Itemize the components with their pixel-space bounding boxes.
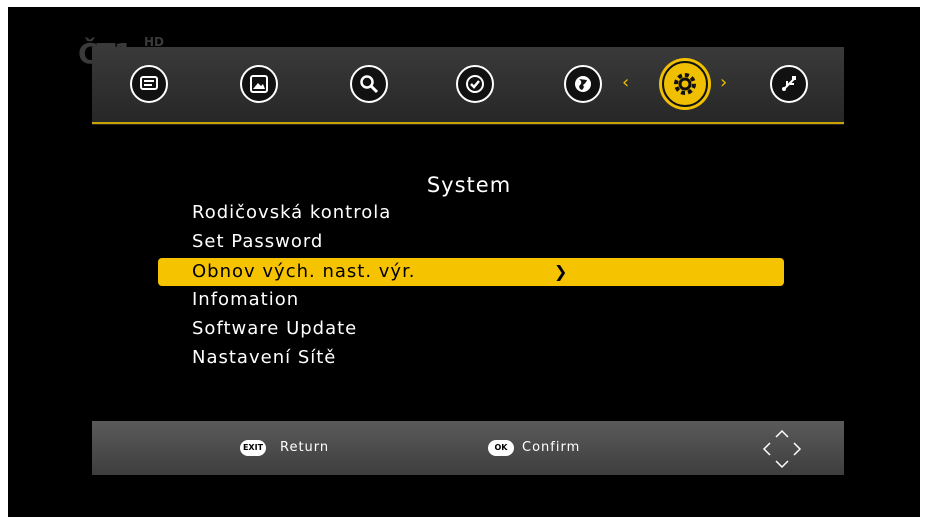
- menu-item-software-update[interactable]: Software Update: [192, 316, 357, 342]
- menu-item-information[interactable]: Infomation: [192, 287, 299, 313]
- menu-item-set-password[interactable]: Set Password: [192, 229, 323, 255]
- footer-hint-bar: EXIT Return OK Confirm: [92, 421, 844, 475]
- system-gear-icon[interactable]: [662, 61, 708, 107]
- usb-icon[interactable]: [770, 65, 812, 107]
- return-hint-label: Return: [280, 440, 330, 455]
- menu-item-parental-control[interactable]: Rodičovská kontrola: [192, 200, 391, 226]
- channel-list-icon[interactable]: [130, 65, 172, 107]
- menu-item-factory-reset-label: Obnov vých. nast. výr.: [192, 261, 416, 282]
- chevron-left-icon: ‹: [622, 72, 630, 93]
- exit-key-icon: EXIT: [240, 440, 266, 456]
- top-menu-bar: ‹ ›: [92, 47, 844, 125]
- ok-key-icon: OK: [488, 440, 514, 456]
- picture-icon[interactable]: [240, 65, 282, 107]
- system-menu-panel: System Rodičovská kontrola Set Password …: [108, 125, 830, 421]
- chevron-right-icon: ›: [720, 72, 728, 93]
- tv-screen: ČT1 HD ‹ › System Rodičovská kontrola: [8, 7, 920, 517]
- menu-item-network-settings[interactable]: Nastavení Sítě: [192, 345, 336, 371]
- menu-title: System: [426, 173, 512, 197]
- chevron-right-icon: ❯: [554, 262, 568, 281]
- search-icon[interactable]: [350, 65, 392, 107]
- top-bar-accent-line: [92, 122, 844, 124]
- confirm-hint-label: Confirm: [522, 440, 581, 455]
- menu-item-factory-reset[interactable]: Obnov vých. nast. výr. ❯: [158, 258, 784, 286]
- language-globe-icon[interactable]: [564, 65, 606, 107]
- navigation-arrows-icon: [762, 429, 802, 469]
- timer-icon[interactable]: [456, 65, 498, 107]
